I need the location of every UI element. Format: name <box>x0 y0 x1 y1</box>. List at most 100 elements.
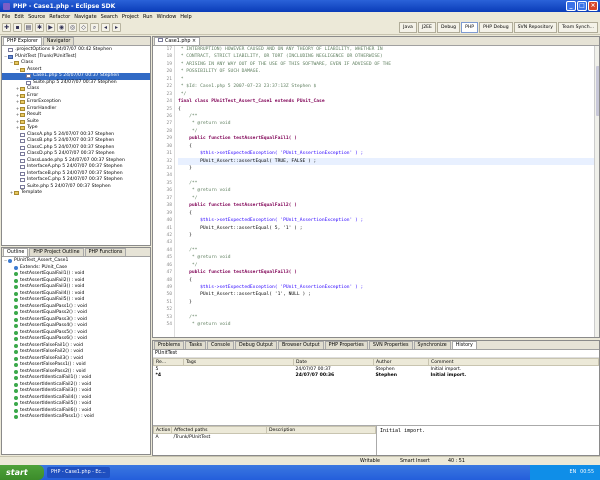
perspective-java[interactable]: Java <box>399 22 417 33</box>
code-line[interactable] <box>178 239 599 246</box>
perspective-j2ee[interactable]: J2EE <box>417 22 436 33</box>
code-line[interactable]: * <box>178 76 599 83</box>
outline-item[interactable]: testAssertIdenticalPass1() : void <box>2 414 150 421</box>
affected-path-row[interactable]: A/Trunk/PUnitTest <box>154 434 376 441</box>
menu-window[interactable]: Window <box>157 14 177 20</box>
code-line[interactable]: */ <box>178 195 599 202</box>
code-editor[interactable]: 17 18 19 20 21 22 23 24 25 26 27 28 29 30 31 32 33 34 35 36… <box>153 46 599 337</box>
tab-debug-output[interactable]: Debug Output <box>235 341 277 349</box>
code-line[interactable]: /** <box>178 314 599 321</box>
tab-outline[interactable]: Outline <box>3 248 29 256</box>
taskbar-app-eclipse[interactable]: PHP - Case1.php - Ec... <box>47 467 110 478</box>
history-column-header[interactable]: Author <box>373 358 429 366</box>
code-line[interactable]: { <box>178 106 599 113</box>
history-row[interactable]: *4 24/07/07 00:36 Stephen Initial import. <box>154 372 599 379</box>
code-line[interactable]: * INTERRUPTION) HOWEVER CAUSED AND ON AN… <box>178 46 599 53</box>
tab-tasks[interactable]: Tasks <box>185 341 206 349</box>
code-line[interactable]: { <box>178 143 599 150</box>
code-line[interactable]: PUnit_Assert::assertEqual( TRUE, FALSE )… <box>178 157 599 165</box>
history-column-header[interactable]: Comment <box>428 358 599 366</box>
perspective-team-synch-[interactable]: Team Synch... <box>558 22 598 33</box>
code-line[interactable]: /** <box>178 180 599 187</box>
code-line[interactable]: * @return void <box>178 321 599 328</box>
debug-icon[interactable]: ✱ <box>35 23 44 32</box>
maximize-button[interactable]: □ <box>577 1 587 11</box>
minimize-button[interactable]: _ <box>566 1 576 11</box>
tab-php-project-outline[interactable]: PHP Project Outline <box>29 248 84 256</box>
menu-search[interactable]: Search <box>101 14 118 20</box>
next-edit-icon[interactable]: ▸ <box>112 23 121 32</box>
menu-help[interactable]: Help <box>180 14 191 20</box>
menu-run[interactable]: Run <box>143 14 153 20</box>
code-line[interactable]: /** <box>178 113 599 120</box>
history-column-header[interactable]: Re... <box>153 358 184 366</box>
run-icon[interactable]: ▶ <box>46 23 55 32</box>
close-button[interactable]: × <box>588 1 598 11</box>
perspective-php-debug[interactable]: PHP Debug <box>479 22 513 33</box>
code-line[interactable] <box>178 172 599 179</box>
code-line[interactable]: * @return void <box>178 254 599 261</box>
code-line[interactable]: /** <box>178 247 599 254</box>
editor-tab-case1[interactable]: Case1.php × <box>154 37 200 45</box>
new-class-icon[interactable]: ◎ <box>68 23 77 32</box>
code-line[interactable]: } <box>178 165 599 172</box>
menu-edit[interactable]: Edit <box>14 14 24 20</box>
code-line[interactable] <box>178 306 599 313</box>
code-line[interactable]: $this->setExpectedException( 'PUnit_Asse… <box>178 217 599 224</box>
tab-console[interactable]: Console <box>206 341 235 349</box>
tab-history[interactable]: History <box>451 341 477 349</box>
code-line[interactable]: $this->setExpectedException( 'PUnit_Asse… <box>178 284 599 291</box>
start-button[interactable]: start <box>0 465 44 480</box>
search-icon[interactable]: ⌕ <box>90 23 99 32</box>
external-tools-icon[interactable]: ◉ <box>57 23 66 32</box>
code-line[interactable]: public function testAssertEqualFail1( ) <box>178 135 599 142</box>
explorer-tree-item[interactable]: + Template <box>2 190 150 197</box>
paths-column-header[interactable]: Description <box>266 426 376 434</box>
scrollbar-thumb[interactable] <box>596 66 599 116</box>
tab-php-explorer[interactable]: PHP Explorer <box>3 37 42 45</box>
menu-source[interactable]: Source <box>28 14 45 20</box>
code-line[interactable]: * CONTRACT, STRICT LIABILITY, OR TORT (I… <box>178 53 599 60</box>
new-icon[interactable]: ✚ <box>2 23 11 32</box>
paths-column-header[interactable]: Affected paths <box>171 426 267 434</box>
code-line[interactable]: * $Id: Case1.php 5 2007-07-23 23:37:13Z … <box>178 83 599 90</box>
history-column-header[interactable]: Tags <box>183 358 294 366</box>
tab-php-properties[interactable]: PHP Properties <box>324 341 368 349</box>
code-text[interactable]: * INTERRUPTION) HOWEVER CAUSED AND ON AN… <box>175 46 599 337</box>
code-line[interactable]: */ <box>178 128 599 135</box>
perspective-php[interactable]: PHP <box>461 22 479 33</box>
code-line[interactable]: { <box>178 277 599 284</box>
editor-vertical-scrollbar[interactable] <box>594 46 599 337</box>
language-indicator[interactable]: EN <box>570 470 577 475</box>
menu-refactor[interactable]: Refactor <box>49 14 70 20</box>
code-line[interactable]: $this->setExpectedException( 'PUnit_Asse… <box>178 150 599 157</box>
paths-column-header[interactable]: Action <box>153 426 172 434</box>
tab-navigator[interactable]: Navigator <box>42 37 75 45</box>
menu-navigate[interactable]: Navigate <box>74 14 96 20</box>
code-line[interactable]: * POSSIBILITY OF SUCH DAMAGE. <box>178 68 599 75</box>
code-line[interactable]: } <box>178 299 599 306</box>
code-line[interactable]: */ <box>178 262 599 269</box>
menu-file[interactable]: File <box>2 14 10 20</box>
code-line[interactable]: } <box>178 232 599 239</box>
code-line[interactable]: * @return void <box>178 187 599 194</box>
tab-browser-output[interactable]: Browser Output <box>278 341 324 349</box>
tab-php-functions[interactable]: PHP Functions <box>84 248 127 256</box>
code-line[interactable]: PUnit_Assert::assertEqual( 5, '1' ) ; <box>178 225 599 232</box>
code-line[interactable]: * ARISING IN ANY WAY OUT OF THE USE OF T… <box>178 61 599 68</box>
tab-problems[interactable]: Problems <box>154 341 185 349</box>
code-line[interactable]: final class PUnitTest_Assert_Case1 exten… <box>178 98 599 105</box>
open-type-icon[interactable]: ◇ <box>79 23 88 32</box>
history-column-header[interactable]: Date <box>293 358 374 366</box>
code-line[interactable]: * @return void <box>178 120 599 127</box>
save-icon[interactable]: ▪ <box>13 23 22 32</box>
menu-project[interactable]: Project <box>122 14 139 20</box>
code-line[interactable]: public function testAssertEqualFail3( ) <box>178 269 599 276</box>
perspective-debug[interactable]: Debug <box>436 22 461 33</box>
print-icon[interactable]: ▤ <box>24 23 33 32</box>
tab-synchronize[interactable]: Synchronize <box>413 341 451 349</box>
code-line[interactable]: { <box>178 210 599 217</box>
code-line[interactable]: */ <box>178 91 599 98</box>
code-line[interactable]: PUnit_Assert::assertEqual( '1', NULL ) ; <box>178 291 599 298</box>
prev-edit-icon[interactable]: ◂ <box>101 23 110 32</box>
